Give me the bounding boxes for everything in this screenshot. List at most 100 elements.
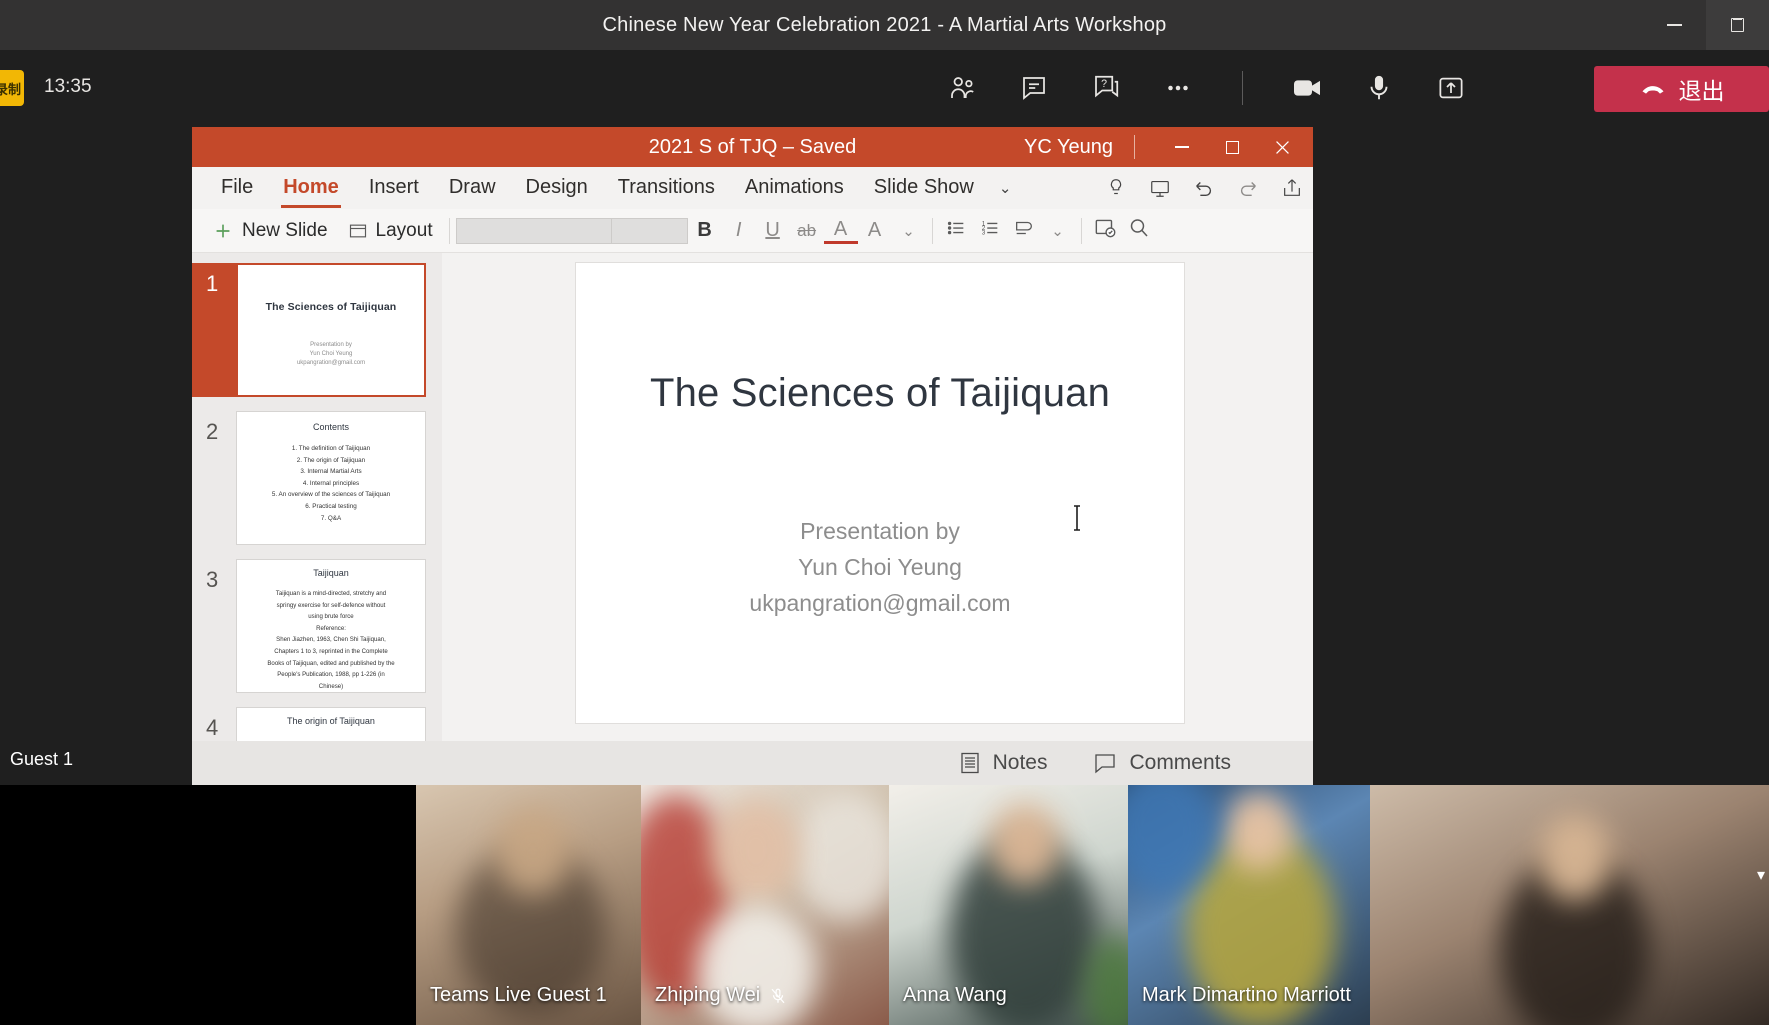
share-screen-icon[interactable] xyxy=(1429,66,1473,110)
slide-title-placeholder[interactable]: The Sciences of Taijiquan xyxy=(576,371,1184,416)
slide-number: 4 xyxy=(206,715,219,740)
tab-animations[interactable]: Animations xyxy=(730,172,859,205)
text-direction-icon[interactable] xyxy=(1007,217,1041,245)
chevron-down-icon[interactable]: ⌄ xyxy=(989,175,1022,201)
participant-tile-5[interactable]: ▾ xyxy=(1370,785,1769,1025)
list-item: 3. Internal Martial Arts xyxy=(300,468,362,476)
comments-label: Comments xyxy=(1129,751,1231,774)
video-shape xyxy=(791,791,889,921)
ppt-ribbon-tabs: File Home Insert Draw Design Transitions… xyxy=(192,167,1313,209)
teams-title-bar: Chinese New Year Celebration 2021 - A Ma… xyxy=(0,0,1769,50)
font-more-chevron-down-icon[interactable]: ⌄ xyxy=(892,222,926,240)
new-slide-button[interactable]: New Slide xyxy=(202,220,338,242)
ppt-editor-body: 1 The Sciences of Taijiquan Presentation… xyxy=(192,253,1313,785)
video-strip-scroll-indicator[interactable]: ▾ xyxy=(1757,865,1765,885)
comments-icon xyxy=(1095,754,1116,774)
slide-thumbnail-pane[interactable]: 1 The Sciences of Taijiquan Presentation… xyxy=(192,253,442,785)
participant-name-label: Anna Wang xyxy=(903,984,1007,1006)
list-item: 4. Internal principles xyxy=(302,479,360,487)
slide-subtitle-placeholder[interactable]: Presentation by Yun Choi Yeung ukpangrat… xyxy=(576,513,1184,621)
body-line: People's Publication, 1988, pp 1-226 (in xyxy=(277,671,385,679)
present-icon[interactable] xyxy=(1145,173,1175,203)
video-strip-spacer xyxy=(0,785,416,1025)
chat-icon[interactable] xyxy=(1012,66,1056,110)
text-cursor-icon xyxy=(1071,503,1083,533)
more-options-icon[interactable] xyxy=(1156,66,1200,110)
thumb1-sub-line3: ukpangration@gmail.com xyxy=(296,360,366,366)
numbering-icon[interactable]: 123 xyxy=(973,217,1007,245)
camera-icon[interactable] xyxy=(1285,66,1329,110)
thumb1-sub-line1: Presentation by xyxy=(310,342,352,348)
recording-badge: 录制 xyxy=(0,70,24,106)
bullets-icon[interactable] xyxy=(939,217,973,245)
thumb4-title: The origin of Taijiquan xyxy=(287,716,375,726)
notes-button[interactable]: Notes xyxy=(959,751,1047,775)
tab-transitions[interactable]: Transitions xyxy=(603,172,730,205)
paragraph-more-chevron-down-icon[interactable]: ⌄ xyxy=(1041,222,1075,240)
minimize-icon xyxy=(1175,146,1189,148)
font-color-button[interactable]: A xyxy=(823,218,858,244)
participant-tile-4[interactable]: Mark Dimartino Marriott xyxy=(1128,785,1370,1025)
new-slide-label: New Slide xyxy=(242,219,328,241)
leave-button-label: 退出 xyxy=(1678,78,1725,104)
current-slide[interactable]: The Sciences of Taijiquan Presentation b… xyxy=(576,263,1184,723)
undo-icon[interactable] xyxy=(1189,173,1219,203)
tab-slide-show[interactable]: Slide Show xyxy=(859,172,989,205)
ribbon-divider-3 xyxy=(1080,217,1082,244)
slide-thumbnail-2[interactable]: 2 Contents 1. The definition of Taijiqua… xyxy=(192,411,442,545)
italic-button[interactable]: I xyxy=(722,219,756,242)
designer-icon[interactable] xyxy=(1088,215,1122,247)
teams-restore-button[interactable] xyxy=(1706,0,1769,50)
body-line: Reference: xyxy=(316,624,346,632)
share-icon[interactable] xyxy=(1277,173,1307,203)
meeting-title: Chinese New Year Celebration 2021 - A Ma… xyxy=(602,13,1167,36)
bold-button[interactable]: B xyxy=(688,219,722,242)
participant-tile-1[interactable]: Teams Live Guest 1 xyxy=(416,785,641,1025)
participant-name: Zhiping Wei xyxy=(655,984,787,1007)
font-name-size-input[interactable] xyxy=(455,217,688,244)
teams-minimize-button[interactable] xyxy=(1643,0,1706,50)
toolbar-divider xyxy=(1242,71,1243,105)
participant-tile-3[interactable]: Anna Wang xyxy=(889,785,1128,1025)
ppt-minimize-button[interactable] xyxy=(1157,127,1207,167)
ppt-status-bar: Notes Comments xyxy=(192,741,1313,785)
slide-thumbnail-3[interactable]: 3 Taijiquan Taijiquan is a mind-directed… xyxy=(192,559,442,693)
participant-name: Teams Live Guest 1 xyxy=(430,984,607,1007)
clear-formatting-button[interactable]: A xyxy=(858,219,892,242)
participant-tile-2[interactable]: Zhiping Wei xyxy=(641,785,889,1025)
tab-design[interactable]: Design xyxy=(511,172,603,205)
people-icon[interactable] xyxy=(940,66,984,110)
body-line: Chinese) xyxy=(318,682,344,690)
thumbnail-canvas: Taijiquan Taijiquan is a mind-directed, … xyxy=(236,559,426,693)
elapsed-time: 13:35 xyxy=(44,76,92,97)
search-icon[interactable] xyxy=(1122,216,1156,246)
microphone-icon[interactable] xyxy=(1357,66,1401,110)
qa-icon[interactable]: ? xyxy=(1084,66,1128,110)
leave-meeting-button[interactable]: 退出 xyxy=(1594,66,1769,112)
layout-icon xyxy=(349,224,366,237)
slide-canvas-area[interactable]: The Sciences of Taijiquan Presentation b… xyxy=(442,253,1313,785)
layout-button[interactable]: Layout xyxy=(338,220,443,242)
ppt-close-button[interactable] xyxy=(1257,127,1307,167)
slide-number: 3 xyxy=(206,567,219,592)
underline-button[interactable]: U xyxy=(756,219,790,242)
list-item: 1. The definition of Taijiquan xyxy=(291,445,371,452)
ppt-maximize-button[interactable] xyxy=(1207,127,1257,167)
tab-insert[interactable]: Insert xyxy=(354,172,434,205)
tell-me-lightbulb-icon[interactable] xyxy=(1101,173,1131,203)
tab-home[interactable]: Home xyxy=(268,172,354,208)
redo-icon[interactable] xyxy=(1233,173,1263,203)
hangup-icon xyxy=(1642,86,1663,94)
minimize-icon xyxy=(1667,24,1682,26)
video-shape xyxy=(1224,791,1294,871)
comments-button[interactable]: Comments xyxy=(1093,751,1231,775)
subtitle-line-3: ukpangration@gmail.com xyxy=(749,590,1011,616)
strikethrough-button[interactable]: ab xyxy=(790,221,824,241)
layout-label: Layout xyxy=(375,219,433,241)
tab-draw[interactable]: Draw xyxy=(434,172,511,205)
thumb2-title: Contents xyxy=(312,422,350,432)
teams-window-controls xyxy=(1643,0,1769,50)
slide-thumbnail-1[interactable]: 1 The Sciences of Taijiquan Presentation… xyxy=(192,263,442,397)
tab-file[interactable]: File xyxy=(206,172,268,205)
ppt-home-ribbon: New Slide Layout B I U ab A A ⌄ 123 ⌄ xyxy=(192,209,1313,253)
